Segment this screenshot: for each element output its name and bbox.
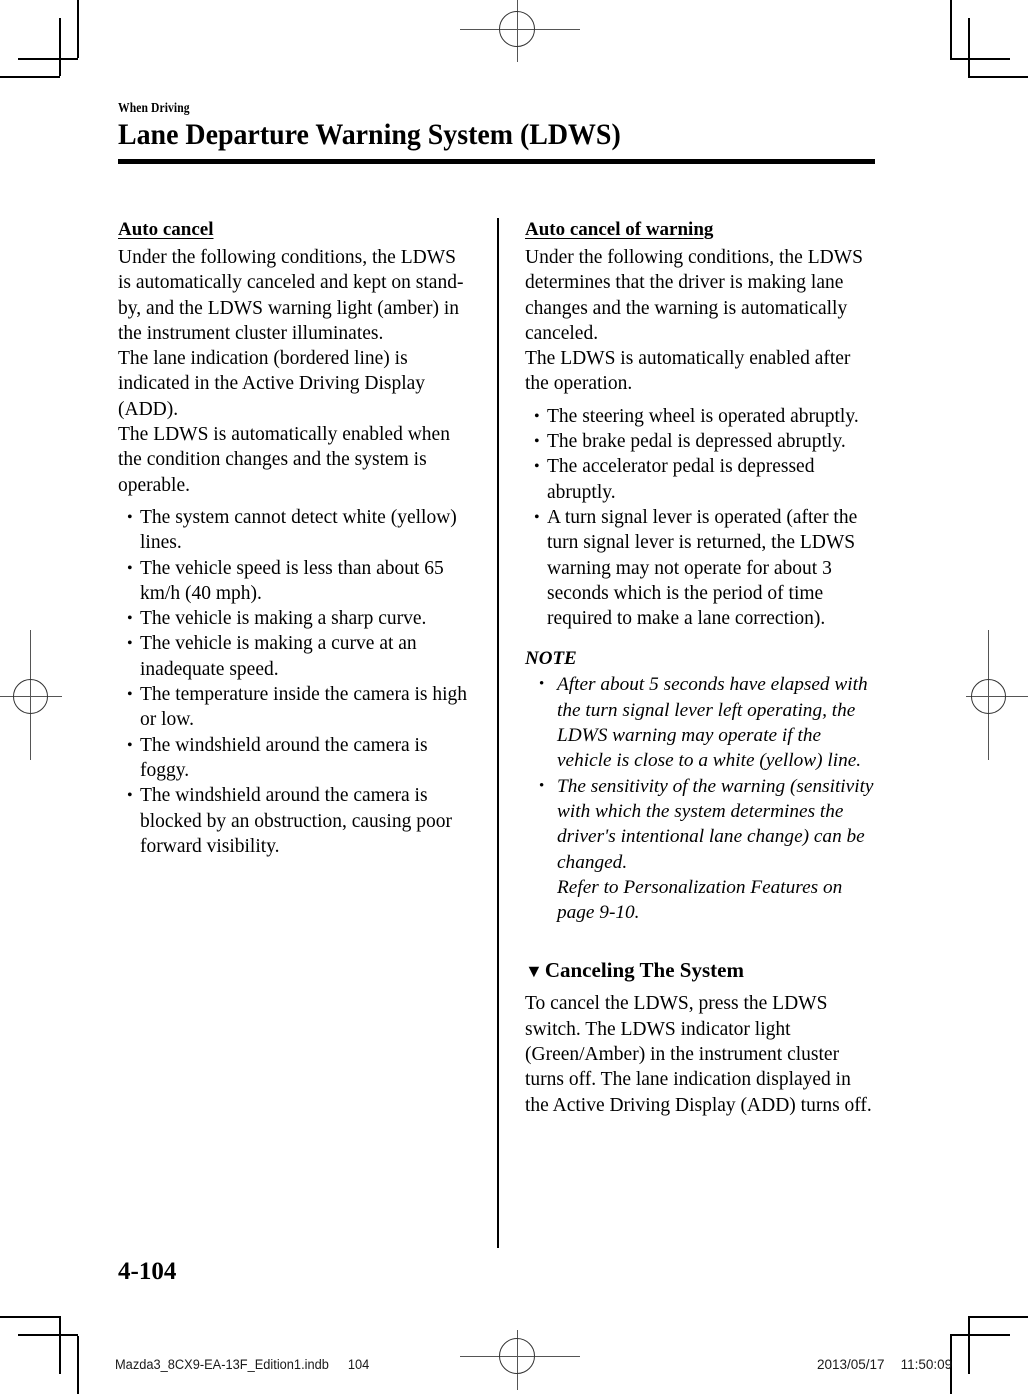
right-bullet-list: The steering wheel is operated abruptly.… <box>525 404 878 632</box>
list-item: The windshield around the camera is fogg… <box>127 733 471 784</box>
list-item: The vehicle is making a curve at an inad… <box>127 631 471 682</box>
crop-mark-top-left-horizontal-inner <box>18 58 78 60</box>
page-number: 4-104 <box>118 1258 177 1285</box>
right-intro-paragraph: Under the following conditions, the LDWS… <box>525 247 863 395</box>
page-content: When Driving Lane Departure Warning Syst… <box>118 100 878 1290</box>
crop-mark-top-right-vertical-inner <box>968 18 970 76</box>
list-item: The accelerator pedal is depressed abrup… <box>534 454 878 505</box>
crop-mark-top-right-horizontal-outer <box>968 76 1028 78</box>
registration-mark-right-middle <box>958 630 1028 770</box>
note-item: The sensitivity of the warning (sensitiv… <box>539 774 878 926</box>
triangle-down-icon: ▼ <box>525 961 543 982</box>
list-item: The steering wheel is operated abruptly. <box>534 404 878 430</box>
list-item: The temperature inside the camera is hig… <box>127 682 471 733</box>
print-footer: Mazda3_8CX9-EA-13F_Edition1.indb 104 2013… <box>0 1357 1028 1381</box>
crop-mark-top-right-horizontal-inner <box>950 58 1010 60</box>
crop-mark-top-right-vertical-outer <box>950 0 952 58</box>
crop-mark-top-left-vertical-outer <box>77 0 79 58</box>
note-label: NOTE <box>525 648 577 670</box>
section-body-paragraph: To cancel the LDWS, press the LDWS switc… <box>525 993 872 1116</box>
left-sub-head: Auto cancel <box>118 219 214 240</box>
left-bullet-list: The system cannot detect white (yellow) … <box>118 505 471 859</box>
footer-file-name: Mazda3_8CX9-EA-13F_Edition1.indb <box>115 1357 329 1372</box>
crop-mark-top-left-vertical-inner <box>59 18 61 76</box>
list-item: The vehicle speed is less than about 65 … <box>127 556 471 607</box>
list-item: The windshield around the camera is bloc… <box>127 783 471 859</box>
two-column-body: Auto cancel Under the following conditio… <box>118 218 878 1278</box>
registration-mark-top-center <box>460 0 580 70</box>
chapter-label: When Driving <box>118 100 190 115</box>
crop-mark-bottom-left-horizontal-inner <box>18 1334 78 1336</box>
footer-sheet-number: 104 <box>347 1357 370 1372</box>
header-rule <box>118 159 875 164</box>
left-intro-paragraph: Under the following conditions, the LDWS… <box>118 247 464 496</box>
crop-mark-top-left-horizontal-outer <box>0 76 60 78</box>
note-item-text: The sensitivity of the warning (sensitiv… <box>557 775 874 873</box>
list-item: A turn signal lever is operated (after t… <box>534 505 878 631</box>
left-column: Auto cancel Under the following conditio… <box>118 218 471 859</box>
right-sub-head: Auto cancel of warning <box>525 219 714 240</box>
footer-date: 2013/05/17 <box>817 1357 885 1372</box>
footer-timestamp: 2013/05/17 11:50:09 <box>817 1357 952 1372</box>
footer-file-info: Mazda3_8CX9-EA-13F_Edition1.indb 104 <box>115 1357 369 1372</box>
crop-mark-bottom-left-horizontal-outer <box>0 1316 60 1318</box>
section-heading-label: Canceling The System <box>544 958 744 983</box>
crop-mark-bottom-right-horizontal-inner <box>950 1334 1010 1336</box>
list-item: The brake pedal is depressed abruptly. <box>534 429 878 455</box>
footer-time: 11:50:09 <box>900 1357 953 1372</box>
right-column: Auto cancel of warning Under the followi… <box>525 218 878 1118</box>
note-bullet-list: After about 5 seconds have elapsed with … <box>525 672 878 925</box>
section-heading: ▼ Canceling The System <box>525 957 878 983</box>
page-title: Lane Departure Warning System (LDWS) <box>118 118 621 151</box>
column-divider <box>497 218 499 1248</box>
list-item: The vehicle is making a sharp curve. <box>127 606 471 632</box>
list-item: The system cannot detect white (yellow) … <box>127 505 471 556</box>
note-item: After about 5 seconds have elapsed with … <box>539 672 878 773</box>
crop-mark-bottom-right-horizontal-outer <box>968 1316 1028 1318</box>
registration-mark-left-middle <box>0 630 70 770</box>
note-item-reference: Refer to Personalization Features on pag… <box>557 876 843 924</box>
